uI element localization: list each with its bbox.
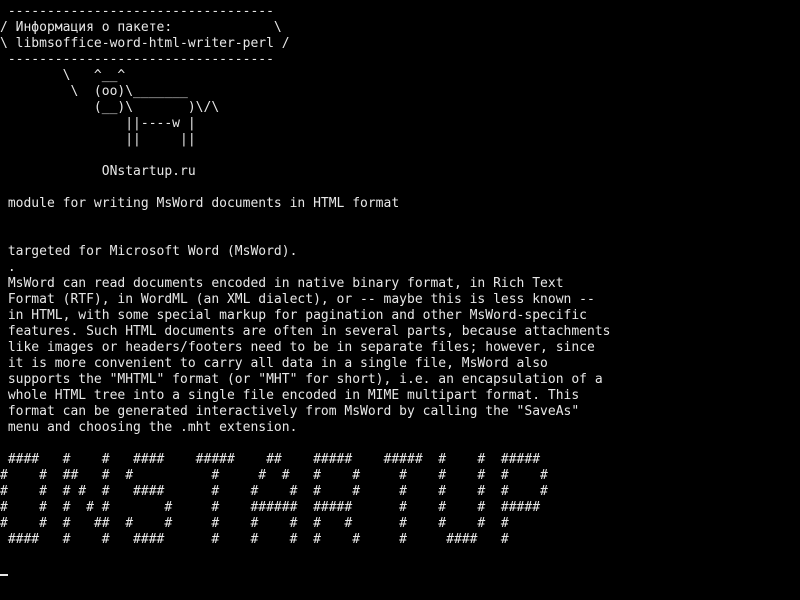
- banner-line: ----------------------------------: [0, 4, 274, 19]
- terminal-window[interactable]: ---------------------------------- / Инф…: [0, 0, 800, 600]
- ascii-art-line: # # # # # #### # # # # # # # # # #: [0, 484, 548, 499]
- cow-art-line: ||----w |: [0, 116, 196, 131]
- cow-art-line: (__)\ )\/\: [0, 100, 220, 115]
- description-line: it is more convenient to carry all data …: [0, 356, 548, 371]
- description-line: whole HTML tree into a single file encod…: [0, 388, 580, 403]
- ascii-art-line: #### # # #### # # # # # # #### #: [0, 532, 509, 547]
- description-line: in HTML, with some special markup for pa…: [0, 308, 587, 323]
- package-summary: module for writing MsWord documents in H…: [0, 196, 400, 211]
- ascii-art-line: # # # # # # # ###### ##### # # # #####: [0, 500, 541, 515]
- description-line: MsWord can read documents encoded in nat…: [0, 276, 564, 291]
- site-name: ONstartup.ru: [0, 164, 196, 179]
- ascii-art-line: # # ## # # # # # # # # # # # #: [0, 468, 548, 483]
- description-line: format can be generated interactively fr…: [0, 404, 580, 419]
- cow-art-line: \ (oo)\_______: [0, 84, 188, 99]
- banner-line: ----------------------------------: [0, 52, 274, 67]
- description-line: like images or headers/footers need to b…: [0, 340, 595, 355]
- banner-line: / Информация о пакете: \: [0, 20, 282, 35]
- description-line: menu and choosing the .mht extension.: [0, 420, 298, 435]
- text-cursor: [0, 574, 8, 576]
- cow-art-line: || ||: [0, 132, 196, 147]
- description-line: features. Such HTML documents are often …: [0, 324, 611, 339]
- description-line: targeted for Microsoft Word (MsWord).: [0, 244, 298, 259]
- cow-art-line: \ ^__^: [0, 68, 126, 83]
- ascii-art-line: # # # ## # # # # # # # # # # #: [0, 516, 509, 531]
- ascii-art-line: #### # # #### ##### ## ##### ##### # # #…: [0, 452, 541, 467]
- description-line: supports the "MHTML" format (or "MHT" fo…: [0, 372, 603, 387]
- description-line: .: [0, 260, 16, 275]
- description-line: Format (RTF), in WordML (an XML dialect)…: [0, 292, 595, 307]
- banner-line: \ libmsoffice-word-html-writer-perl /: [0, 36, 290, 51]
